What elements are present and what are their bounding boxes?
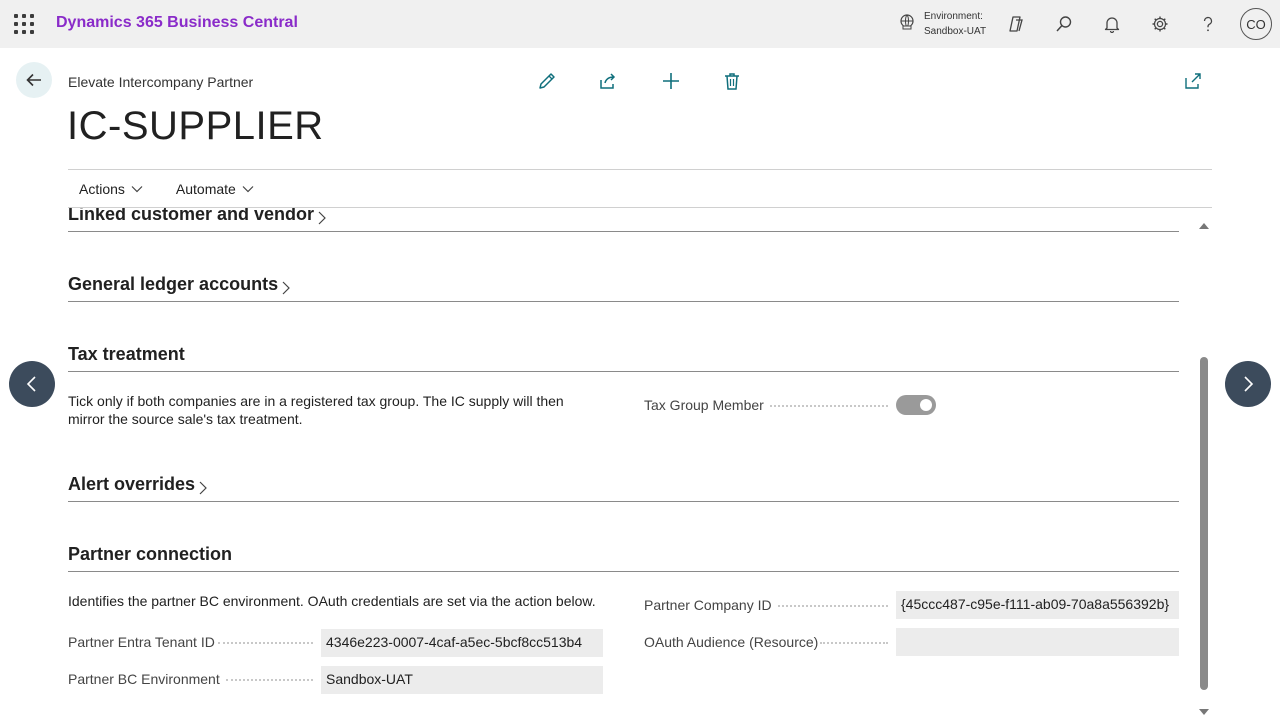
environment-label: Environment: — [924, 11, 983, 22]
actions-menu[interactable]: Actions — [68, 181, 143, 197]
environment-indicator[interactable]: Environment: Sandbox-UAT — [898, 9, 986, 39]
section-title: Linked customer and vendor — [68, 208, 315, 224]
page-title: IC-SUPPLIER — [67, 104, 324, 148]
actions-menu-label: Actions — [79, 181, 125, 197]
automate-menu-label: Automate — [175, 181, 236, 197]
open-new-window-button[interactable] — [1182, 70, 1204, 92]
search-icon[interactable] — [1052, 12, 1076, 36]
breadcrumb: Elevate Intercompany Partner — [68, 74, 254, 90]
gear-icon[interactable] — [1148, 12, 1172, 36]
partner-tenant-id-label: Partner Entra Tenant ID — [68, 634, 215, 650]
chevron-left-icon — [26, 376, 36, 392]
section-title: Partner connection — [68, 544, 233, 564]
page-content: Linked customer and vendor General ledge… — [0, 208, 1280, 720]
action-bar: Actions Automate — [68, 170, 254, 208]
user-avatar[interactable]: CO — [1240, 8, 1272, 40]
environment-icon — [898, 13, 916, 36]
partner-company-id-label: Partner Company ID — [644, 597, 772, 613]
partner-description: Identifies the partner BC environment. O… — [68, 593, 596, 609]
section-header-linked-customer-vendor[interactable]: Linked customer and vendor — [68, 208, 1179, 232]
app-title[interactable]: Dynamics 365 Business Central — [56, 14, 298, 32]
arrow-left-icon — [26, 73, 41, 87]
top-bar: Dynamics 365 Business Central Environmen… — [0, 0, 1280, 48]
chevron-down-icon — [242, 186, 254, 193]
partner-bc-environment-field[interactable]: Sandbox-UAT — [321, 666, 603, 694]
delete-button[interactable] — [721, 70, 743, 92]
share-button[interactable] — [597, 70, 619, 92]
partner-company-id-field[interactable]: {45ccc487-c95e-f111-ab09-70a8a556392b} — [896, 591, 1179, 619]
section-header-general-ledger-accounts[interactable]: General ledger accounts — [68, 272, 1179, 302]
plus-icon — [663, 73, 679, 89]
scrollbar-thumb[interactable] — [1200, 357, 1208, 690]
pop-out-icon — [1185, 73, 1201, 89]
field-leader-dots — [820, 642, 888, 644]
scroll-down-icon[interactable] — [1199, 708, 1209, 716]
chevron-right-icon — [199, 481, 207, 495]
field-leader-dots — [226, 679, 313, 681]
partner-tenant-id-field[interactable]: 4346e223-0007-4caf-a5ec-5bcf8cc513b4 — [321, 629, 603, 657]
tax-group-member-toggle[interactable] — [896, 395, 936, 415]
section-header-tax-treatment[interactable]: Tax treatment — [68, 342, 1179, 372]
pencil-icon — [539, 73, 555, 89]
trash-icon — [725, 73, 739, 90]
section-title: Alert overrides — [68, 474, 196, 494]
chevron-right-icon — [282, 281, 290, 295]
new-button[interactable] — [660, 70, 682, 92]
partner-bc-environment-label: Partner BC Environment — [68, 671, 220, 687]
oauth-audience-field[interactable] — [896, 628, 1179, 656]
chevron-right-icon — [318, 211, 326, 225]
field-leader-dots — [778, 605, 888, 607]
help-icon[interactable] — [1196, 12, 1220, 36]
chevron-right-icon — [1244, 376, 1254, 392]
field-leader-dots — [770, 405, 888, 407]
automate-menu[interactable]: Automate — [165, 181, 254, 197]
edit-button[interactable] — [536, 70, 558, 92]
chevron-down-icon — [131, 186, 143, 193]
scroll-up-icon[interactable] — [1199, 222, 1209, 230]
tax-group-member-label: Tax Group Member — [644, 397, 764, 413]
app-launcher-icon[interactable] — [14, 14, 34, 34]
next-record-button[interactable] — [1225, 361, 1271, 407]
field-leader-dots — [218, 642, 313, 644]
oauth-audience-label: OAuth Audience (Resource) — [644, 634, 819, 650]
share-icon — [600, 73, 616, 89]
environment-value: Sandbox-UAT — [924, 26, 987, 37]
section-header-alert-overrides[interactable]: Alert overrides — [68, 472, 1179, 502]
bell-icon[interactable] — [1100, 12, 1124, 36]
tax-description: Tick only if both companies are in a reg… — [68, 393, 564, 427]
section-header-partner-connection[interactable]: Partner connection — [68, 542, 1179, 572]
section-title: General ledger accounts — [68, 274, 279, 294]
back-button[interactable] — [16, 62, 52, 98]
previous-record-button[interactable] — [9, 361, 55, 407]
copilot-icon[interactable] — [1004, 12, 1028, 36]
section-title: Tax treatment — [68, 344, 185, 364]
